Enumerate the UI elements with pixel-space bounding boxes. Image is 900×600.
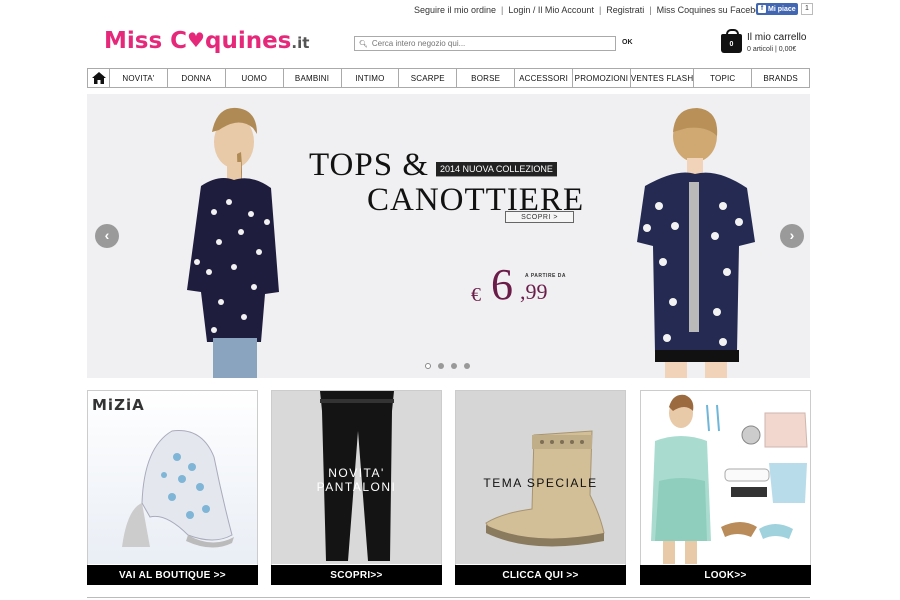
main-nav: NOVITA' DONNA UOMO BAMBINI INTIMO SCARPE… xyxy=(87,68,810,88)
tile-pantaloni[interactable]: NOVITA' PANTALONI SCOPRI>> xyxy=(271,390,442,585)
slider-next-button[interactable]: › xyxy=(780,224,804,248)
tile-pantaloni-caption-line1: NOVITA' xyxy=(328,466,385,480)
logo-suffix: .it xyxy=(291,34,310,52)
site-logo[interactable]: Miss C♥quines.it xyxy=(104,28,309,54)
model-right-image xyxy=(637,108,755,378)
slider-dots xyxy=(425,363,477,369)
register-link[interactable]: Registrati xyxy=(606,5,644,15)
tile-mizia-button[interactable]: VAI AL BOUTIQUE >> xyxy=(87,565,258,585)
cart-summary: 0 articoli | 0,00€ xyxy=(747,46,797,53)
home-button[interactable] xyxy=(88,69,110,87)
tile-tema-speciale-button[interactable]: CLICCA QUI >> xyxy=(455,565,626,585)
tile-tema-speciale[interactable]: TEMA SPECIALE CLICCA QUI >> xyxy=(455,390,626,585)
nav-item-topic[interactable]: TOPIC xyxy=(694,69,753,87)
hero-discover-button[interactable]: SCOPRI > xyxy=(505,211,574,223)
slider-dot-2[interactable] xyxy=(438,363,444,369)
boot-image xyxy=(485,430,605,547)
mizia-brand-logo: MiZiA xyxy=(92,396,145,414)
facebook-like-label: Mi piace xyxy=(768,5,796,13)
slider-dot-4[interactable] xyxy=(464,363,470,369)
search-button[interactable]: OK xyxy=(622,39,633,46)
logo-text-start: Miss C xyxy=(104,28,188,54)
facebook-like-count: 1 xyxy=(801,3,813,15)
tile-mizia-image: MiZiA xyxy=(88,391,257,564)
nav-item-intimo[interactable]: INTIMO xyxy=(342,69,400,87)
model-left-image xyxy=(187,107,279,378)
hero-title-line1: TOPS & xyxy=(309,147,430,183)
tile-mizia[interactable]: MiZiA VAI AL BOUTIQUE >> xyxy=(87,390,258,585)
nav-item-ventes-flash[interactable]: VENTES FLASH xyxy=(631,69,695,87)
track-order-link[interactable]: Seguire il mio ordine xyxy=(414,5,496,15)
price-whole: 6 xyxy=(491,260,513,309)
shopping-bag-icon[interactable]: 0 xyxy=(721,29,742,53)
shoe-image xyxy=(122,430,234,548)
slider-prev-button[interactable]: ‹ xyxy=(95,224,119,248)
nav-item-donna[interactable]: DONNA xyxy=(168,69,226,87)
home-icon xyxy=(91,72,106,84)
heart-icon: ♥ xyxy=(187,28,205,52)
login-link[interactable]: Login / Il Mio Account xyxy=(508,5,594,15)
tile-pantaloni-caption-line2: PANTALONI xyxy=(316,480,397,494)
facebook-like-button[interactable]: f Mi piace xyxy=(756,3,798,15)
nav-item-brands[interactable]: BRANDS xyxy=(752,69,809,87)
nav-item-uomo[interactable]: UOMO xyxy=(226,69,284,87)
price-currency: € xyxy=(471,284,481,306)
search-input[interactable] xyxy=(371,39,607,48)
hero-slider[interactable]: TOPS & 2014 NUOVA COLLEZIONE CANOTTIERE … xyxy=(87,94,810,378)
facebook-icon: f xyxy=(758,5,766,13)
separator: | xyxy=(598,5,602,15)
top-links: Seguire il mio ordine | Login / Il Mio A… xyxy=(414,3,770,17)
price-cents: ,99 xyxy=(520,279,548,304)
cart-title[interactable]: Il mio carrello xyxy=(747,32,806,43)
footer-divider xyxy=(87,597,810,598)
tile-tema-speciale-image: TEMA SPECIALE xyxy=(456,391,625,564)
slider-dot-1[interactable] xyxy=(425,363,431,369)
tile-look[interactable]: LOOK>> xyxy=(640,390,811,585)
hero-collection-badge: 2014 NUOVA COLLEZIONE xyxy=(436,162,557,177)
nav-item-borse[interactable]: BORSE xyxy=(457,69,516,87)
tile-look-button[interactable]: LOOK>> xyxy=(640,565,811,585)
tile-look-image xyxy=(641,391,810,564)
nav-item-novita[interactable]: NOVITA' xyxy=(110,69,168,87)
tile-tema-speciale-caption: TEMA SPECIALE xyxy=(483,476,598,490)
separator: | xyxy=(649,5,652,15)
search-box: 🔍︎ xyxy=(354,36,616,51)
tile-pantaloni-image: NOVITA' PANTALONI xyxy=(272,391,441,564)
tile-pantaloni-button[interactable]: SCOPRI>> xyxy=(271,565,442,585)
nav-item-scarpe[interactable]: SCARPE xyxy=(399,69,458,87)
logo-text-end: quines xyxy=(204,28,292,54)
search-icon: 🔍︎ xyxy=(359,40,368,48)
nav-item-promozioni[interactable]: PROMOZIONI xyxy=(573,69,631,87)
slider-dot-3[interactable] xyxy=(451,363,457,369)
nav-item-accessori[interactable]: ACCESSORI xyxy=(515,69,573,87)
facebook-link[interactable]: Miss Coquines su Facebook xyxy=(657,5,770,15)
nav-item-bambini[interactable]: BAMBINI xyxy=(284,69,342,87)
look-outfit-image xyxy=(651,394,808,564)
separator: | xyxy=(501,5,504,15)
